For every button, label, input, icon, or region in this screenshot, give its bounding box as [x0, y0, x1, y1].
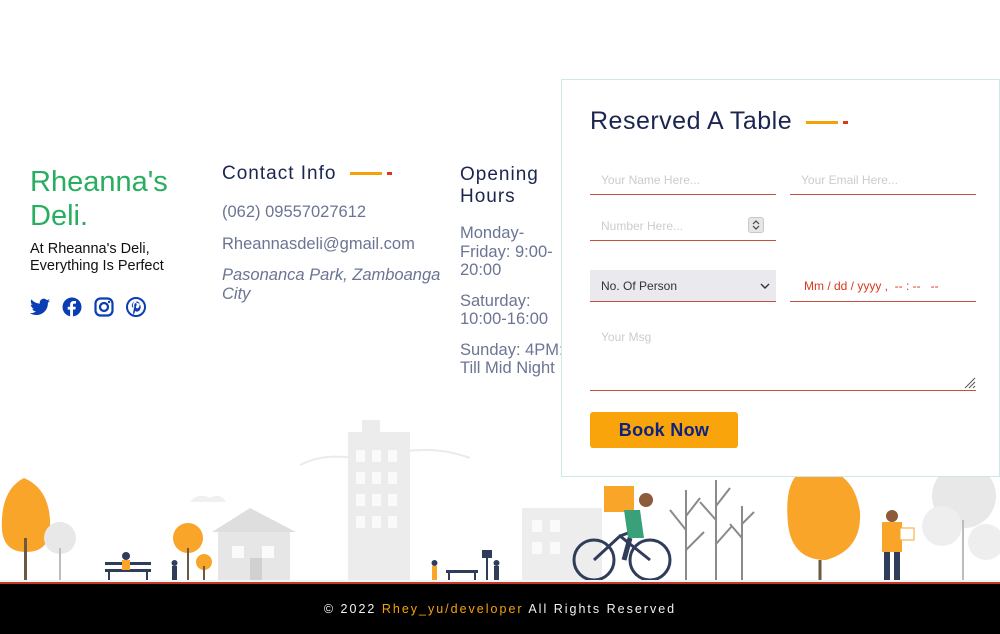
contact-email[interactable]: Rheannasdeli@gmail.com	[222, 234, 442, 254]
hours-sunday: Sunday: 4PM: Till Mid Night	[460, 340, 564, 378]
number-spinner[interactable]	[748, 217, 764, 233]
developer-link[interactable]: Rhey_yu/developer	[382, 602, 524, 616]
hours-saturday: Saturday: 10:00-16:00	[460, 291, 549, 329]
copyright-prefix: © 2022	[323, 602, 382, 616]
brand-block: Rheanna's Deli. At Rheanna's Deli, Every…	[30, 165, 205, 317]
contact-title: Contact Info	[222, 163, 442, 185]
footer: © 2022 Rhey_yu/developer All Rights Rese…	[0, 582, 1000, 634]
instagram-icon[interactable]	[94, 297, 114, 317]
book-now-button[interactable]: Book Now	[590, 412, 738, 448]
message-input[interactable]	[590, 324, 976, 391]
opening-hours: Opening Hours Monday-Friday: 9:00-20:00 …	[460, 164, 621, 378]
hours-weekdays: Monday-Friday: 9:00-20:00	[460, 224, 553, 279]
copyright: © 2022 Rhey_yu/developer All Rights Rese…	[0, 584, 1000, 634]
reservation-title-text: Reserved A Table	[590, 107, 793, 135]
heading-accent	[350, 172, 393, 176]
contact-phone[interactable]: (062) 09557027612	[222, 202, 442, 222]
heading-accent	[806, 120, 849, 124]
facebook-icon[interactable]	[62, 297, 82, 317]
name-input[interactable]	[590, 166, 776, 195]
contact-address: Pasonanca Park, Zamboanga City	[222, 266, 441, 303]
social-links	[30, 297, 205, 317]
reservation-form: Reserved A Table No. Of Person Mm / dd /…	[561, 79, 1000, 477]
datetime-input[interactable]: Mm / dd / yyyy , -- : -- --	[790, 270, 976, 302]
copyright-suffix: All Rights Reserved	[523, 602, 677, 616]
email-input[interactable]	[790, 166, 976, 195]
hours-title: Opening Hours	[460, 164, 539, 207]
person-count-value: No. Of Person	[601, 279, 678, 293]
twitter-icon[interactable]	[30, 297, 50, 317]
brand-name: Rheanna's Deli.	[30, 166, 168, 232]
contact-title-text: Contact Info	[222, 163, 337, 184]
brand-tagline: At Rheanna's Deli, Everything Is Perfect	[30, 241, 164, 274]
chevron-down-icon	[760, 270, 770, 314]
pinterest-icon[interactable]	[126, 297, 146, 317]
reservation-title: Reserved A Table	[590, 107, 849, 136]
contact-info: Contact Info (062) 09557027612 Rheannasd…	[222, 163, 442, 304]
resize-handle-icon[interactable]	[964, 376, 976, 389]
person-count-select[interactable]: No. Of Person	[590, 270, 776, 302]
